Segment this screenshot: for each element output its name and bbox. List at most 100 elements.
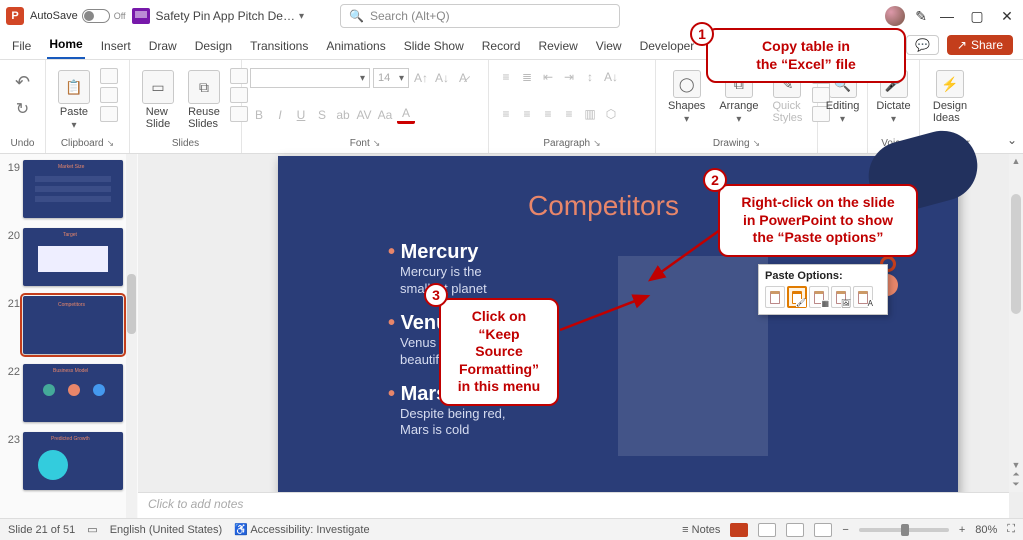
spellcheck-icon[interactable]: ▭ (87, 523, 97, 536)
reuse-slides-button[interactable]: ⧉Reuse Slides (184, 68, 224, 132)
clear-format-icon[interactable]: A̷ (454, 69, 472, 87)
align-center-icon[interactable]: ≡ (518, 105, 536, 123)
notes-toggle[interactable]: ≡ Notes (682, 524, 720, 536)
indent-decrease-icon[interactable]: ⇤ (539, 68, 557, 86)
user-avatar[interactable] (885, 6, 905, 26)
thumbnail-22[interactable]: 22 Business Model (4, 364, 134, 422)
strike-button[interactable]: S (313, 106, 331, 124)
thumbnail-20[interactable]: 20 Target (4, 228, 134, 286)
scrollbar-handle[interactable] (127, 274, 136, 334)
scrollbar-handle[interactable] (1011, 194, 1021, 314)
slide-counter[interactable]: Slide 21 of 51 (8, 524, 75, 536)
thumbnails-scrollbar[interactable] (126, 154, 137, 518)
clipboard-icon: 📋 (58, 70, 90, 104)
align-left-icon[interactable]: ≡ (497, 105, 515, 123)
zoom-out-button[interactable]: − (842, 524, 848, 536)
draw-mode-icon[interactable]: ✎ (915, 8, 927, 25)
redo-icon[interactable]: ↻ (16, 99, 29, 119)
paste-keep-source-formatting[interactable]: 🖌 (787, 286, 807, 308)
font-family-select[interactable]: ▾ (250, 68, 370, 88)
bullets-icon[interactable]: ≡ (497, 68, 515, 86)
notes-pane[interactable]: Click to add notes (138, 492, 1009, 518)
justify-icon[interactable]: ≡ (560, 105, 578, 123)
dialog-launcher-icon[interactable]: ↘ (593, 138, 601, 149)
design-ideas-button[interactable]: ⚡Design Ideas (929, 68, 971, 126)
tab-slideshow[interactable]: Slide Show (402, 35, 466, 59)
decrease-font-icon[interactable]: A↓ (433, 69, 451, 87)
shadow-button[interactable]: ab (334, 106, 352, 124)
language-button[interactable]: English (United States) (110, 524, 223, 536)
dialog-launcher-icon[interactable]: ↘ (373, 138, 381, 149)
zoom-in-button[interactable]: + (959, 524, 965, 536)
thumbnail-23[interactable]: 23 Predicted Growth (4, 432, 134, 490)
align-right-icon[interactable]: ≡ (539, 105, 557, 123)
tab-record[interactable]: Record (480, 35, 523, 59)
slideshow-view-icon[interactable] (814, 523, 832, 537)
numbering-icon[interactable]: ≣ (518, 68, 536, 86)
thumbnail-19[interactable]: 19 Market Size (4, 160, 134, 218)
tab-file[interactable]: File (10, 35, 33, 59)
zoom-level[interactable]: 80% (975, 524, 997, 536)
content-placeholder[interactable] (618, 256, 768, 456)
toggle-switch-icon[interactable] (82, 9, 110, 23)
line-spacing-icon[interactable]: ↕ (581, 68, 599, 86)
paste-button[interactable]: 📋 Paste ▾ (54, 68, 94, 133)
comments-button[interactable]: 💬 (906, 35, 939, 55)
paste-keep-text-only[interactable]: A (853, 286, 873, 308)
shapes-button[interactable]: ◯Shapes▾ (664, 68, 709, 127)
minimize-button[interactable]: — (937, 8, 957, 24)
dialog-launcher-icon[interactable]: ↘ (753, 138, 761, 149)
tab-transitions[interactable]: Transitions (248, 35, 310, 59)
dialog-launcher-icon[interactable]: ↘ (107, 138, 115, 149)
normal-view-icon[interactable] (730, 523, 748, 537)
font-color-button[interactable]: A (397, 106, 415, 124)
tab-developer[interactable]: Developer (638, 35, 697, 59)
thumbnail-21[interactable]: 21 Competitors (4, 296, 134, 354)
collapse-ribbon-icon[interactable]: ⌄ (1007, 133, 1017, 147)
indent-increase-icon[interactable]: ⇥ (560, 68, 578, 86)
new-slide-button[interactable]: ▭New Slide (138, 68, 178, 132)
change-case-button[interactable]: Aa (376, 106, 394, 124)
slide-title[interactable]: Competitors (528, 190, 679, 222)
bold-button[interactable]: B (250, 106, 268, 124)
tab-insert[interactable]: Insert (99, 35, 133, 59)
cut-icon[interactable] (100, 68, 118, 84)
search-input[interactable]: 🔍 Search (Alt+Q) (340, 4, 620, 28)
autosave-toggle[interactable]: AutoSave Off (30, 9, 126, 23)
accessibility-button[interactable]: ♿ Accessibility: Investigate (234, 523, 369, 536)
reading-view-icon[interactable] (786, 523, 804, 537)
save-icon[interactable] (132, 8, 150, 24)
smartart-icon[interactable]: ⬡ (602, 105, 620, 123)
document-title[interactable]: Safety Pin App Pitch De… ▾ (156, 9, 304, 23)
next-slide-icon[interactable]: ⏷ (1009, 479, 1023, 490)
tab-animations[interactable]: Animations (324, 35, 387, 59)
brush-icon: 🖌 (796, 299, 806, 307)
undo-icon[interactable]: ↶ (15, 72, 30, 93)
copy-icon[interactable] (100, 87, 118, 103)
fit-to-window-icon[interactable]: ⛶ (1007, 523, 1015, 536)
sorter-view-icon[interactable] (758, 523, 776, 537)
powerpoint-icon: P (6, 7, 24, 25)
tab-review[interactable]: Review (536, 35, 579, 59)
share-button[interactable]: ↗Share (947, 35, 1013, 55)
editor-scrollbar[interactable]: ▲ ▼ ⏶ ⏷ (1009, 154, 1023, 492)
tab-view[interactable]: View (594, 35, 624, 59)
font-size-select[interactable]: 14▾ (373, 68, 409, 88)
maximize-button[interactable]: ▢ (967, 8, 987, 25)
paste-picture[interactable]: 🖼 (831, 286, 851, 308)
format-painter-icon[interactable] (100, 106, 118, 122)
close-button[interactable]: ✕ (997, 8, 1017, 25)
char-spacing-button[interactable]: AV (355, 106, 373, 124)
tab-draw[interactable]: Draw (147, 35, 179, 59)
italic-button[interactable]: I (271, 106, 289, 124)
paste-use-destination-theme[interactable] (765, 286, 785, 308)
scroll-up-icon[interactable]: ▲ (1009, 156, 1023, 166)
underline-button[interactable]: U (292, 106, 310, 124)
increase-font-icon[interactable]: A↑ (412, 69, 430, 87)
tab-home[interactable]: Home (47, 33, 84, 59)
tab-design[interactable]: Design (193, 35, 234, 59)
paste-embed[interactable]: ▦ (809, 286, 829, 308)
columns-icon[interactable]: ▥ (581, 105, 599, 123)
text-direction-icon[interactable]: A↓ (602, 68, 620, 86)
zoom-slider[interactable] (859, 528, 949, 532)
